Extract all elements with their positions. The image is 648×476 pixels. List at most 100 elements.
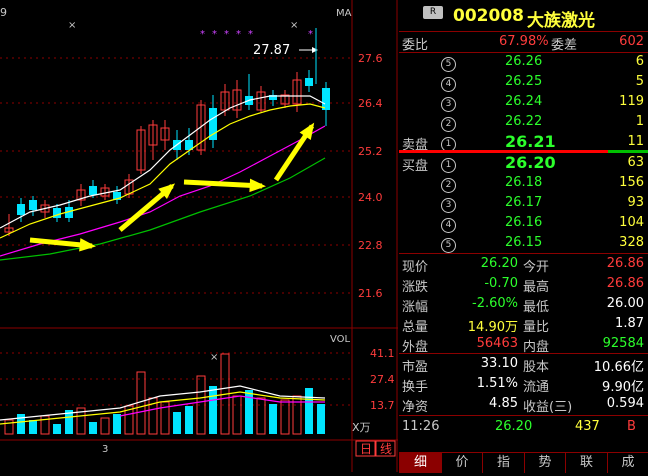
fund-label: 市盈 <box>402 356 428 375</box>
volume-bar <box>173 412 181 434</box>
buy-row: 226.18156 <box>399 173 648 193</box>
quote-row: 外盘56463内盘92584 <box>399 334 648 354</box>
volume-bar <box>257 398 265 434</box>
price-tick-label: 27.6 <box>358 52 383 65</box>
sell-price: 26.25 <box>505 74 542 89</box>
bottom-tabs: 细价指势联成 <box>399 452 648 472</box>
volume-bar <box>29 420 37 434</box>
price-tick-label: 25.2 <box>358 145 383 158</box>
buy-label: 买盘 <box>402 155 428 174</box>
buy-volume: 328 <box>619 235 644 250</box>
buy-volume: 156 <box>619 175 644 190</box>
vol-tick-label: 41.1 <box>370 347 395 360</box>
quote-value: -2.60% <box>472 296 518 311</box>
period-tab-1[interactable]: 线 <box>380 442 392 456</box>
buy-row: 526.15328 <box>399 233 648 253</box>
buy-volume: 93 <box>627 195 644 210</box>
sell-row: 326.24119 <box>399 92 648 112</box>
stock-code: 002008 <box>453 6 524 26</box>
tab-1[interactable]: 价 <box>441 452 483 473</box>
cross-mark: × <box>290 20 298 31</box>
signal-star: * <box>200 29 205 40</box>
diff-label: 委差 <box>551 34 577 53</box>
tab-5[interactable]: 成 <box>607 452 648 473</box>
buy-row: 4 26.16 104 <box>399 213 648 233</box>
signal-star: * <box>236 29 241 40</box>
sell-price: 26.21 <box>505 132 556 151</box>
quote-value: 14.90万 <box>468 316 518 335</box>
sell-volume: 119 <box>619 94 644 109</box>
price-tick-label: 22.8 <box>358 239 383 252</box>
buy-volume: 104 <box>619 215 644 230</box>
quote-value: 26.86 <box>607 256 644 271</box>
quote-value: 26.86 <box>607 276 644 291</box>
ma-label: MA <box>336 8 352 19</box>
buy-price: 26.16 <box>505 215 542 230</box>
buy-price: 26.17 <box>505 195 542 210</box>
sell-volume: 11 <box>627 134 644 149</box>
period-tab-0[interactable]: 日 <box>360 442 372 456</box>
sell-row: 426.255 <box>399 72 648 92</box>
fund-label: 换手 <box>402 376 428 395</box>
tick-side: B <box>627 419 636 434</box>
candle-body <box>17 204 25 215</box>
volume-bar <box>209 386 217 434</box>
cross-mark: × <box>210 352 218 363</box>
kline-svg[interactable]: 27.626.425.224.022.821.641.127.413.7VOLX… <box>0 0 398 472</box>
quote-label: 今开 <box>523 256 549 275</box>
fund-row: 净资4.85收益(三)0.594 <box>399 394 648 414</box>
sell-row: 卖盘126.2111 <box>399 132 648 152</box>
level-number: 4 <box>441 77 456 92</box>
quote-value: 56463 <box>477 336 518 351</box>
sell-row: 5 26.26 6 <box>399 52 648 72</box>
cross-mark: × <box>68 20 76 31</box>
level-number: 3 <box>441 97 456 112</box>
signal-star: * <box>224 29 229 40</box>
r-badge: R <box>423 6 443 19</box>
ma5-line <box>0 96 325 228</box>
tab-3[interactable]: 势 <box>524 452 566 473</box>
peak-price-label: 27.87 <box>253 43 290 58</box>
sell-volume: 6 <box>636 54 644 69</box>
buy-volume: 63 <box>627 155 644 170</box>
sell-volume: 1 <box>636 114 644 129</box>
buy-price: 26.20 <box>505 153 556 172</box>
sell-row: 226.221 <box>399 112 648 132</box>
volume-bar <box>5 420 13 434</box>
fund-value: 33.10 <box>481 356 518 371</box>
quote-label: 涨跌 <box>402 276 428 295</box>
diff-value: 602 <box>619 34 644 49</box>
volume-bar <box>269 404 277 434</box>
candle-body <box>89 186 97 195</box>
fund-value: 9.90亿 <box>602 376 644 395</box>
vol-label: VOL <box>330 334 351 345</box>
fund-value: 0.594 <box>607 396 644 411</box>
signal-star: * <box>248 29 253 40</box>
price-tick-label: 24.0 <box>358 191 383 204</box>
candle-body <box>29 200 37 210</box>
candle-body <box>305 78 313 86</box>
fund-label: 收益(三) <box>523 396 572 415</box>
quote-label: 最高 <box>523 276 549 295</box>
quote-value: 26.00 <box>607 296 644 311</box>
fund-value: 10.66亿 <box>594 356 644 375</box>
fund-label: 股本 <box>523 356 549 375</box>
tab-2[interactable]: 指 <box>482 452 524 473</box>
quote-label: 总量 <box>402 316 428 335</box>
tab-0[interactable]: 细 <box>399 452 441 473</box>
volume-bar <box>89 422 97 434</box>
kline-chart[interactable]: 27.626.425.224.022.821.641.127.413.7VOLX… <box>0 0 398 472</box>
volume-bar <box>113 414 121 434</box>
buy-row: 买盘126.2063 <box>399 153 648 173</box>
level-number: 4 <box>441 218 456 233</box>
ratio-row: 委比 67.98% 委差 602 <box>399 32 648 52</box>
sell-price: 26.26 <box>505 54 542 69</box>
volume-bar <box>53 424 61 434</box>
tab-4[interactable]: 联 <box>565 452 607 473</box>
vol-tick-label: 27.4 <box>370 373 395 386</box>
level-number: 5 <box>441 57 456 72</box>
corner-digit: 9 <box>0 6 7 19</box>
fund-value: 4.85 <box>489 396 518 411</box>
quote-row: 涨跌-0.70最高26.86 <box>399 274 648 294</box>
vol-tick-label: 13.7 <box>370 399 395 412</box>
